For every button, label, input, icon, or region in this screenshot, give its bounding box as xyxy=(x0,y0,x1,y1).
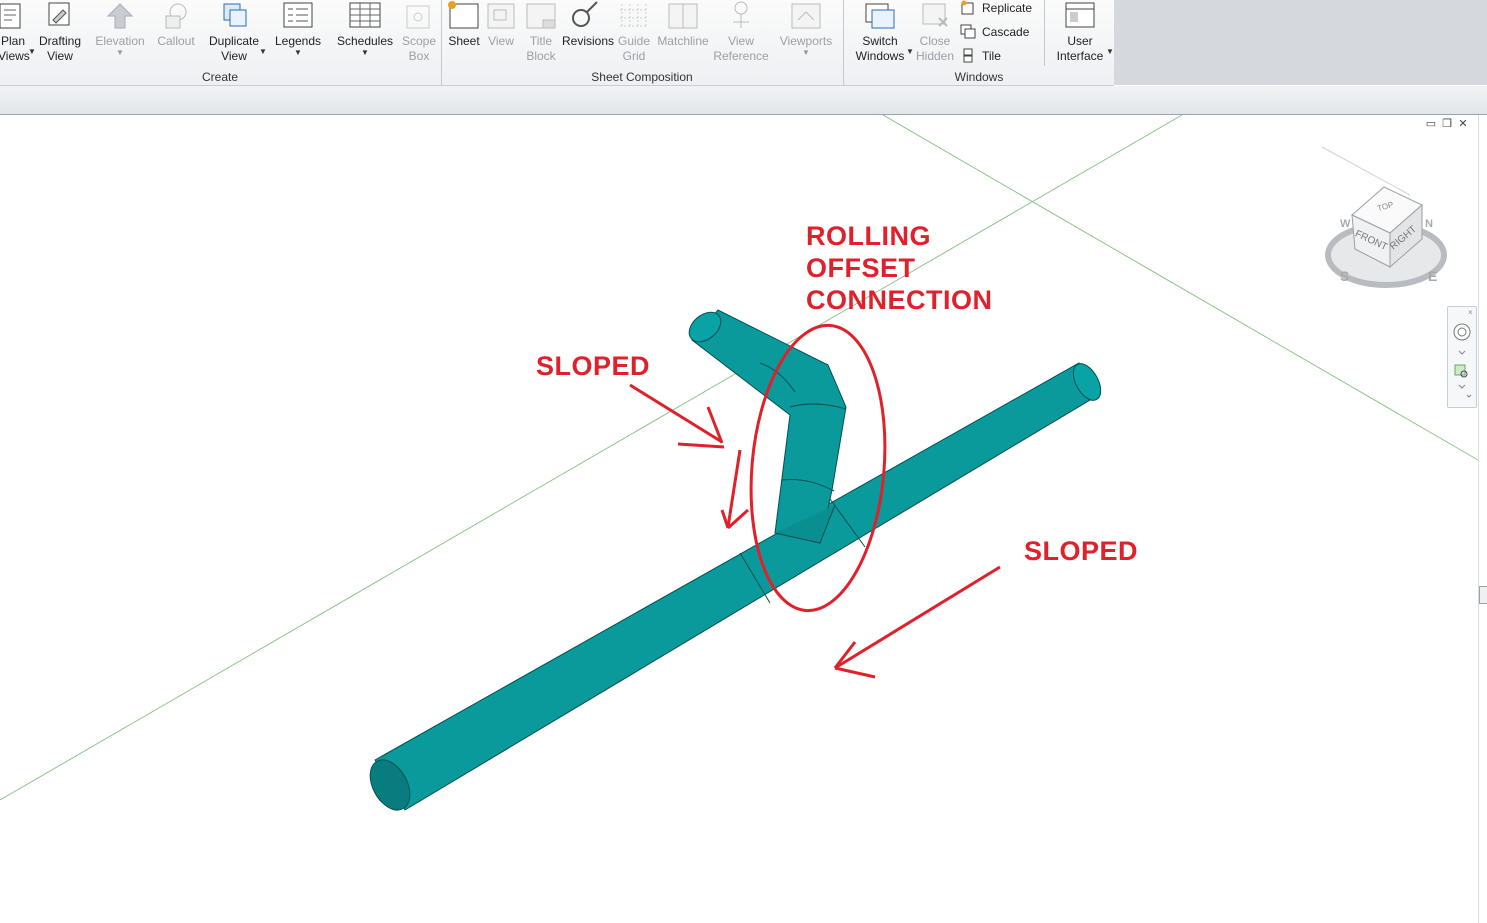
plan-views-icon xyxy=(0,3,21,29)
plan-views-button[interactable]: Plan Views xyxy=(0,0,30,66)
view-reference-label: View Reference xyxy=(713,34,769,63)
revisions-label: Revisions xyxy=(562,34,615,48)
navigation-bar-icons: × xyxy=(1453,308,1473,398)
callout-button[interactable]: Callout xyxy=(152,0,200,66)
title-block-label: Title Block xyxy=(526,34,556,63)
scope-box-label: Scope Box xyxy=(401,34,437,63)
plan-views-label: Plan Views xyxy=(0,34,30,63)
viewports-label: Viewports xyxy=(779,34,833,48)
sheet-composition-panel-label: Sheet Composition xyxy=(591,70,693,84)
tile-button[interactable]: Tile xyxy=(960,46,1001,66)
sloped-arrow-right xyxy=(833,565,1001,679)
legends-dropdown-icon[interactable]: ▼ xyxy=(294,48,302,57)
sheet-label: Sheet xyxy=(448,34,480,48)
callout-icon xyxy=(165,3,187,29)
windows-panel-label: Windows xyxy=(954,70,1004,84)
elevation-dropdown-icon[interactable]: ▼ xyxy=(116,48,124,57)
panel-separator xyxy=(1044,0,1045,66)
rolling-offset-connection-label: ROLLING OFFSET CONNECTION xyxy=(806,221,993,315)
main-pipe[interactable] xyxy=(362,359,1106,817)
view-icon xyxy=(487,3,515,29)
schedules-label: Schedules xyxy=(336,34,394,48)
replicate-button[interactable]: Replicate xyxy=(960,0,1032,18)
close-hidden-label: Close Hidden xyxy=(915,34,955,63)
view-button[interactable]: View xyxy=(484,0,518,66)
drafting-view-icon xyxy=(48,2,70,26)
drafting-view-button[interactable]: Drafting View xyxy=(36,0,84,66)
revisions-icon xyxy=(572,1,598,27)
user-interface-dropdown-icon[interactable]: ▼ xyxy=(1106,47,1114,56)
revisions-button[interactable]: Revisions xyxy=(562,0,615,66)
user-interface-label: User Interface xyxy=(1056,34,1104,63)
scrollbar-handle[interactable] xyxy=(1479,586,1487,604)
sheet-button[interactable]: Sheet xyxy=(444,0,484,66)
sheet-icon xyxy=(448,1,479,29)
switch-windows-label: Switch Windows xyxy=(855,34,905,63)
view-tab-bar xyxy=(0,86,1487,115)
replicate-label: Replicate xyxy=(982,1,1033,15)
switch-windows-icon xyxy=(865,3,895,29)
compass-s-label: S xyxy=(1340,268,1349,284)
sloped-arrow-left xyxy=(629,383,725,449)
create-panel-label: Create xyxy=(201,70,239,84)
matchline-label: Matchline xyxy=(657,34,709,48)
viewcube[interactable]: TOP FRONT RIGHT S E W N xyxy=(1325,186,1447,288)
cascade-button[interactable]: Cascade xyxy=(960,22,1029,42)
legends-label: Legends xyxy=(274,34,322,48)
schedules-dropdown-icon[interactable]: ▼ xyxy=(361,48,369,57)
drafting-view-label: Drafting View xyxy=(38,34,82,63)
sloped-label-right: SLOPED xyxy=(1024,536,1139,566)
duplicate-view-dropdown-icon[interactable]: ▼ xyxy=(259,47,267,56)
level-line xyxy=(1321,146,1411,196)
scope-box-button[interactable]: Scope Box xyxy=(398,0,440,66)
viewports-dropdown-icon[interactable]: ▼ xyxy=(802,48,810,57)
ribbon: Plan Views ▼ Drafting View Elevation ▼ C… xyxy=(0,0,1114,86)
scope-box-icon xyxy=(406,5,430,29)
elevation-label: Elevation xyxy=(95,34,145,48)
view-reference-button[interactable]: View Reference xyxy=(712,0,770,66)
duplicate-view-label: Duplicate View xyxy=(208,34,260,63)
view-reference-icon xyxy=(733,1,749,28)
compass-e-label: E xyxy=(1428,268,1437,284)
matchline-icon xyxy=(668,3,698,29)
matchline-button[interactable]: Matchline xyxy=(654,0,712,66)
user-interface-button[interactable]: User Interface xyxy=(1050,0,1110,66)
switch-windows-button[interactable]: Switch Windows xyxy=(850,0,910,66)
duplicate-view-icon xyxy=(223,3,247,27)
branch-pipe[interactable] xyxy=(683,306,847,544)
vertical-scrollbar-track xyxy=(1478,115,1479,923)
ribbon-empty-area xyxy=(1114,0,1487,85)
view-label: View xyxy=(488,34,514,48)
close-hidden-button[interactable]: Close Hidden xyxy=(912,0,958,66)
tile-label: Tile xyxy=(982,49,1001,63)
title-block-button[interactable]: Title Block xyxy=(520,0,562,66)
close-hidden-icon xyxy=(922,3,948,27)
plan-views-dropdown-icon[interactable]: ▼ xyxy=(28,47,36,56)
guide-grid-icon xyxy=(620,4,648,28)
legends-icon xyxy=(283,2,313,28)
sloped-label-left: SLOPED xyxy=(536,351,651,381)
cascade-label: Cascade xyxy=(982,25,1030,39)
duplicate-view-button[interactable]: Duplicate View xyxy=(204,0,264,66)
cascade-icon xyxy=(960,24,976,39)
guide-grid-button[interactable]: Guide Grid xyxy=(614,0,654,66)
replicate-icon xyxy=(961,0,974,15)
navigation-bar[interactable]: × xyxy=(1447,306,1477,408)
user-interface-icon xyxy=(1065,2,1095,28)
schedules-icon xyxy=(349,2,381,28)
callout-label: Callout xyxy=(157,34,195,48)
title-block-icon xyxy=(526,3,556,29)
3d-view-canvas[interactable]: TOP FRONT RIGHT S E W N xyxy=(0,115,1487,923)
guide-grid-label: Guide Grid xyxy=(617,34,651,63)
compass-n-label: N xyxy=(1425,218,1433,230)
viewports-icon xyxy=(791,3,821,29)
svg-text:×: × xyxy=(1468,308,1473,317)
sloped-arrow-middle xyxy=(720,449,750,530)
elevation-icon xyxy=(106,3,134,29)
tile-icon xyxy=(963,48,973,63)
compass-w-label: W xyxy=(1340,218,1351,230)
